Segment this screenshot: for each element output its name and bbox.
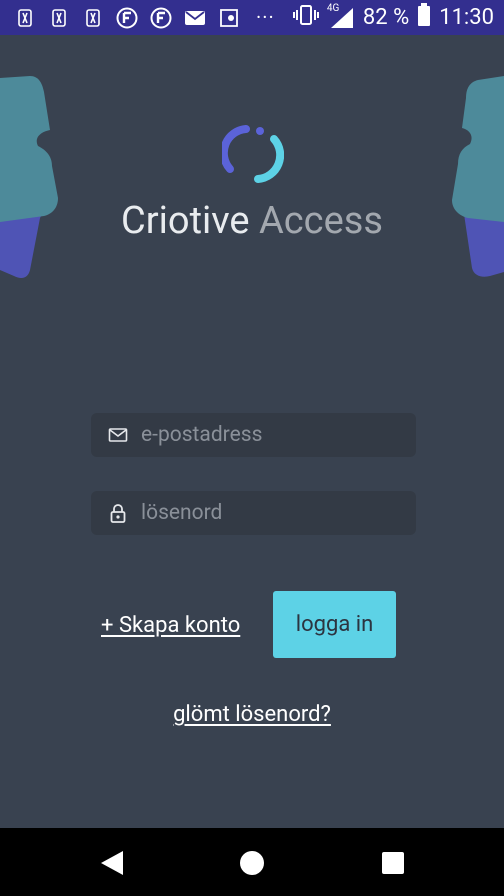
app-name-secondary: Access bbox=[259, 199, 383, 243]
lock-icon bbox=[110, 504, 126, 523]
password-input[interactable] bbox=[141, 491, 401, 535]
create-account-link[interactable]: + Skapa konto bbox=[101, 610, 240, 642]
golf-app-icon bbox=[14, 7, 36, 29]
email-input[interactable] bbox=[141, 413, 401, 457]
login-button[interactable]: logga in bbox=[273, 591, 396, 658]
golf-app-icon bbox=[48, 7, 70, 29]
status-bar: ··· 4G 82 % 11:30 bbox=[0, 0, 504, 35]
home-icon[interactable] bbox=[239, 850, 265, 876]
location-icon bbox=[218, 7, 240, 29]
clock: 11:30 bbox=[439, 5, 494, 30]
logo-icon bbox=[222, 125, 284, 183]
navigation-bar bbox=[0, 828, 504, 896]
signal-icon: 4G bbox=[327, 3, 355, 30]
app-name: Criotive Access bbox=[0, 196, 504, 246]
battery-percent: 82 % bbox=[362, 5, 410, 30]
app-name-primary: Criotive bbox=[121, 199, 250, 243]
decorative-shape-right bbox=[452, 76, 504, 277]
email-field[interactable] bbox=[91, 413, 416, 457]
decorative-shape-left bbox=[0, 76, 58, 278]
vibrate-icon bbox=[292, 4, 319, 32]
forgot-password-text[interactable]: glömt lösenord? bbox=[173, 702, 331, 727]
battery-icon bbox=[417, 2, 431, 33]
forgot-password-link: glömt lösenord? bbox=[0, 702, 504, 727]
password-field[interactable] bbox=[91, 491, 416, 535]
mail-icon bbox=[108, 428, 128, 442]
overflow-dots: ··· bbox=[256, 5, 275, 29]
mail-icon bbox=[184, 7, 206, 29]
recents-icon[interactable] bbox=[380, 850, 406, 876]
system-status: 4G 82 % 11:30 bbox=[292, 0, 494, 35]
f-app-icon bbox=[150, 7, 172, 29]
notification-icons: ··· bbox=[14, 0, 275, 35]
back-icon[interactable] bbox=[99, 850, 125, 876]
f-app-icon bbox=[116, 7, 138, 29]
golf-app-icon bbox=[82, 7, 104, 29]
